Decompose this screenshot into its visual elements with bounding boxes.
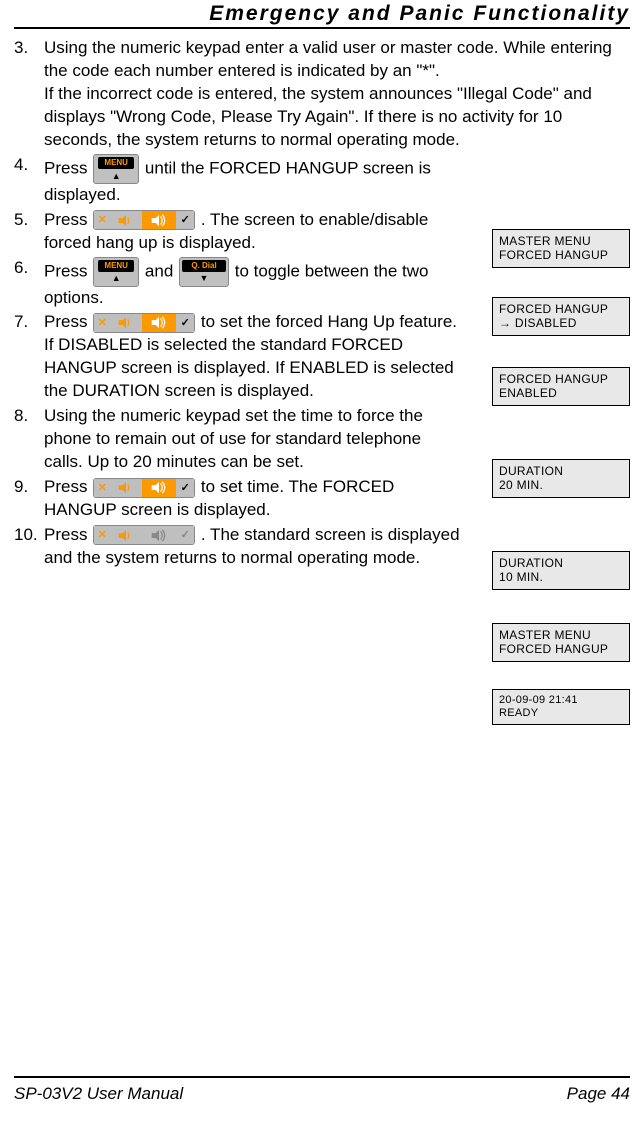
step-9-number: 9. — [14, 476, 44, 522]
lcd-screen-enabled: FORCED HANGUP ENABLED — [492, 367, 630, 406]
step-3-body: Using the numeric keypad enter a valid u… — [44, 37, 630, 152]
volume-strip-check-icon: ✕ ✓ — [93, 210, 195, 230]
volume-strip-check-icon: ✕ ✓ — [93, 313, 195, 333]
step-4-body: Press until the FORCED HANGUP screen is … — [44, 154, 464, 207]
step-6-number: 6. — [14, 257, 44, 310]
step-9-seg1: Press — [44, 477, 92, 496]
lcd-screen-duration-20: DURATION 20 MIN. — [492, 459, 630, 498]
step-4: 4. Press until the FORCED HANGUP screen … — [14, 154, 630, 207]
volume-strip-dim-icon: ✕ ✓ — [93, 525, 195, 545]
footer-left: SP-03V2 User Manual — [14, 1084, 183, 1104]
lcd-screen-master-menu-2: MASTER MENU FORCED HANGUP — [492, 623, 630, 662]
volume-strip-check-icon: ✕ ✓ — [93, 478, 195, 498]
step-7-body: Press ✕ ✓ to set the forced Hang Up feat… — [44, 311, 464, 403]
step-9-body: Press ✕ ✓ to set time. The FORCED HANGUP… — [44, 476, 464, 522]
step-7-seg1: Press — [44, 312, 92, 331]
qdial-down-button-icon — [179, 257, 229, 287]
step-5-number: 5. — [14, 209, 44, 255]
step-3: 3. Using the numeric keypad enter a vali… — [14, 37, 630, 152]
footer-right: Page 44 — [567, 1084, 630, 1104]
lcd-screen-disabled: FORCED HANGUP → DISABLED — [492, 297, 630, 336]
lcd-screen-duration-10: DURATION 10 MIN. — [492, 551, 630, 590]
step-4-number: 4. — [14, 154, 44, 207]
step-6-body: Press and to toggle between the two opti… — [44, 257, 464, 310]
menu-up-button-icon — [93, 257, 139, 287]
content-area: 3. Using the numeric keypad enter a vali… — [14, 29, 630, 570]
step-10-seg1: Press — [44, 525, 92, 544]
menu-up-button-icon — [93, 154, 139, 184]
step-3-number: 3. — [14, 37, 44, 152]
step-8-number: 8. — [14, 405, 44, 474]
step-6-seg1: Press — [44, 261, 92, 280]
step-6-mid: and — [145, 261, 178, 280]
step-8-body: Using the numeric keypad set the time to… — [44, 405, 464, 474]
step-5-body: Press ✕ ✓ . The screen to enable/disable… — [44, 209, 464, 255]
step-10-number: 10. — [14, 524, 44, 570]
lcd-screen-ready: 20-09-09 21:41 READY — [492, 689, 630, 725]
step-7-number: 7. — [14, 311, 44, 403]
lcd-screen-master-menu: MASTER MENU FORCED HANGUP — [492, 229, 630, 268]
step-10-body: Press ✕ ✓ . The standard screen is displ… — [44, 524, 464, 570]
page-header: Emergency and Panic Functionality — [14, 0, 630, 29]
step-5-seg1: Press — [44, 210, 92, 229]
step-4-seg1: Press — [44, 158, 92, 177]
page-footer: SP-03V2 User Manual Page 44 — [14, 1076, 630, 1104]
